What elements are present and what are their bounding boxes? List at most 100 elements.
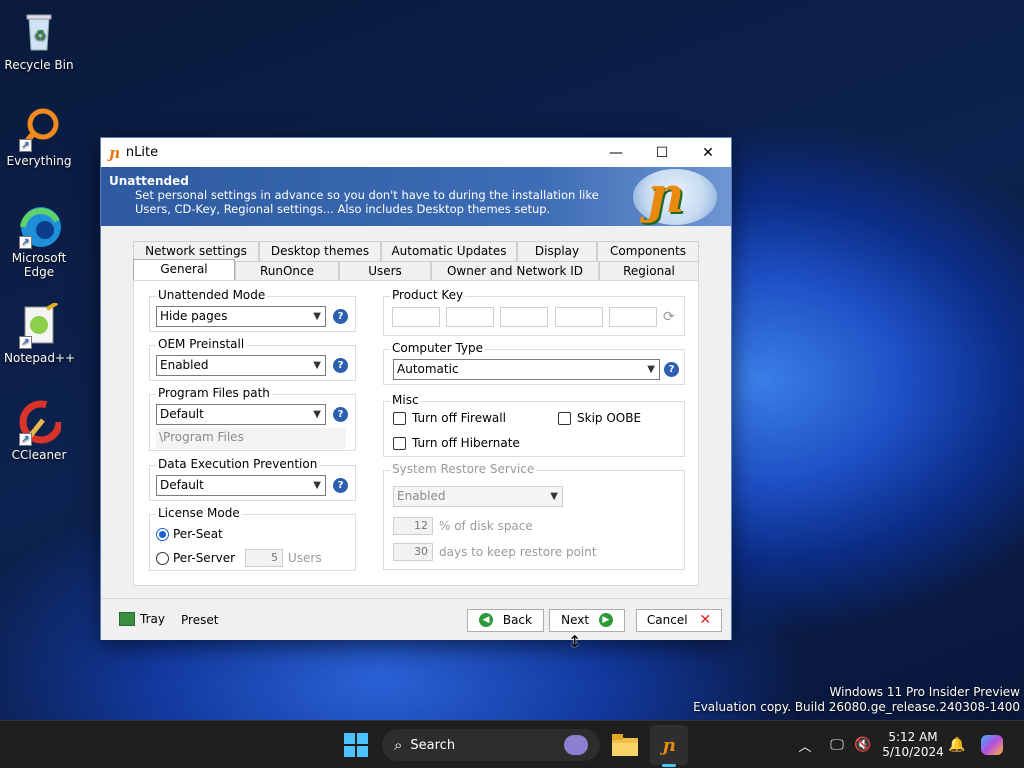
cancel-button[interactable]: Cancel ✕ xyxy=(636,609,722,632)
tray-icon xyxy=(119,612,135,626)
desktop-icon-label: Notepad++ xyxy=(4,351,76,365)
disk-space-spinner[interactable]: 12 xyxy=(393,517,433,535)
tab-automatic-updates[interactable]: Automatic Updates xyxy=(381,241,517,261)
per-seat-radio[interactable] xyxy=(156,528,169,541)
clock[interactable]: 5:12 AM 5/10/2024 xyxy=(880,725,946,765)
edge-icon: ↗ xyxy=(17,203,61,249)
copilot-button[interactable] xyxy=(978,725,1006,765)
preset-button[interactable]: Preset xyxy=(181,613,218,627)
tab-users[interactable]: Users xyxy=(339,261,431,281)
next-button[interactable]: Next ▶ xyxy=(549,609,625,632)
oem-preinstall-select[interactable]: Enabled ▼ xyxy=(156,355,326,376)
computer-type-label: Computer Type xyxy=(390,341,486,355)
desktop-icon-label: Recycle Bin xyxy=(4,58,74,72)
misc-label: Misc xyxy=(390,393,421,407)
unattended-mode-group: Unattended Mode Hide pages ▼ ? xyxy=(149,288,356,332)
product-key-field-3[interactable] xyxy=(500,307,548,327)
tab-owner-network-id[interactable]: Owner and Network ID xyxy=(431,261,599,281)
desktop-icon-label: Microsoft Edge xyxy=(11,251,67,279)
cancel-x-icon: ✕ xyxy=(699,612,712,628)
nlite-taskbar-button[interactable]: ɲ xyxy=(650,725,688,767)
help-icon[interactable]: ? xyxy=(333,358,348,373)
product-key-label: Product Key xyxy=(390,288,466,302)
users-spinner[interactable]: 5 xyxy=(245,549,283,567)
help-icon[interactable]: ? xyxy=(333,407,348,422)
taskbar-search[interactable]: ⌕ Search xyxy=(382,729,600,761)
show-hidden-icons-button[interactable]: ︿ xyxy=(794,725,816,765)
unattended-mode-label: Unattended Mode xyxy=(156,288,268,302)
turn-off-hibernate-checkbox[interactable] xyxy=(393,437,406,450)
skip-oobe-label: Skip OOBE xyxy=(577,411,642,425)
help-icon[interactable]: ? xyxy=(333,309,348,324)
nlite-taskbar-icon: ɲ xyxy=(662,734,676,756)
desktop-icon-ccleaner[interactable]: ↗ CCleaner xyxy=(4,400,74,462)
close-button[interactable]: ✕ xyxy=(685,138,731,167)
network-icon[interactable]: 🖵 xyxy=(826,725,848,765)
ccleaner-icon: ↗ xyxy=(17,400,63,446)
system-restore-select[interactable]: Enabled ▼ xyxy=(393,486,563,507)
unattended-mode-select[interactable]: Hide pages ▼ xyxy=(156,306,326,327)
misc-group: Misc Turn off Firewall Skip OOBE Turn of… xyxy=(383,393,685,457)
per-server-radio[interactable] xyxy=(156,552,169,565)
desktop-icon-recycle-bin[interactable]: ♻ Recycle Bin xyxy=(4,10,74,72)
tab-display[interactable]: Display xyxy=(517,241,597,261)
desktop-icon-edge[interactable]: ↗ Microsoft Edge xyxy=(4,203,74,279)
folder-icon xyxy=(612,734,638,756)
product-key-field-5[interactable] xyxy=(609,307,657,327)
nlite-logo: ɲ xyxy=(633,165,717,225)
nlite-window: ɲ nLite — ☐ ✕ Unattended Set personal se… xyxy=(100,137,732,640)
next-arrow-icon: ▶ xyxy=(598,612,613,627)
dep-group: Data Execution Prevention Default ▼ ? xyxy=(149,457,356,501)
minimize-button[interactable]: — xyxy=(593,138,639,167)
program-files-select[interactable]: Default ▼ xyxy=(156,404,326,425)
chevron-down-icon: ▼ xyxy=(313,311,321,322)
page-header: Unattended Set personal settings in adva… xyxy=(101,165,731,226)
taskbar: ⌕ Search ɲ ︿ 🖵 🔇 5:12 AM 5/10/2024 🔔 xyxy=(0,720,1024,768)
turn-off-firewall-checkbox[interactable] xyxy=(393,412,406,425)
window-title: nLite xyxy=(125,145,159,160)
product-key-group: Product Key ⟳ xyxy=(383,288,685,336)
dep-label: Data Execution Prevention xyxy=(156,457,320,471)
refresh-icon[interactable]: ⟳ xyxy=(663,309,675,325)
tab-network-settings[interactable]: Network settings xyxy=(133,241,259,261)
date: 5/10/2024 xyxy=(882,745,944,759)
help-icon[interactable]: ? xyxy=(664,362,679,377)
page-description: Set personal settings in advance so you … xyxy=(135,188,599,216)
chevron-up-icon: ︿ xyxy=(798,739,812,755)
volume-muted-icon[interactable]: 🔇 xyxy=(852,725,874,765)
back-button[interactable]: ◀ Back xyxy=(467,609,544,632)
maximize-button[interactable]: ☐ xyxy=(639,138,685,167)
copilot-icon xyxy=(981,735,1003,755)
product-key-field-4[interactable] xyxy=(555,307,603,327)
product-key-field-1[interactable] xyxy=(392,307,440,327)
maximize-icon: ☐ xyxy=(655,144,669,161)
resize-cursor-icon: ↕ xyxy=(568,632,582,651)
chevron-down-icon: ▼ xyxy=(313,480,321,491)
chevron-down-icon: ▼ xyxy=(313,360,321,371)
turn-off-firewall-label: Turn off Firewall xyxy=(412,411,506,425)
nlite-app-icon: ɲ xyxy=(109,143,120,162)
computer-type-group: Computer Type Automatic ▼ ? xyxy=(383,341,685,385)
tab-general[interactable]: General xyxy=(133,259,235,281)
file-explorer-button[interactable] xyxy=(608,725,642,765)
search-icon: ⌕ xyxy=(394,736,403,754)
system-restore-label: System Restore Service xyxy=(390,462,537,476)
dep-select[interactable]: Default ▼ xyxy=(156,475,326,496)
tab-runonce[interactable]: RunOnce xyxy=(235,261,339,281)
tray-button[interactable]: Tray xyxy=(119,612,165,626)
desktop-icon-notepadpp[interactable]: ↗ Notepad++ xyxy=(4,301,76,365)
help-icon[interactable]: ? xyxy=(333,478,348,493)
title-bar[interactable]: ɲ nLite — ☐ ✕ xyxy=(101,138,731,167)
start-button[interactable] xyxy=(338,725,374,765)
desktop-icon-everything[interactable]: ↗ Everything xyxy=(4,106,74,168)
tab-desktop-themes[interactable]: Desktop themes xyxy=(259,241,381,261)
tab-regional[interactable]: Regional xyxy=(599,261,699,281)
wizard-footer: Tray Preset ◀ Back Next ▶ Cancel ✕ xyxy=(101,598,731,640)
tab-components[interactable]: Components xyxy=(597,241,699,261)
product-key-field-2[interactable] xyxy=(446,307,494,327)
skip-oobe-checkbox[interactable] xyxy=(558,412,571,425)
notification-bell-icon[interactable]: 🔔 xyxy=(946,725,968,765)
everything-icon: ↗ xyxy=(17,106,61,152)
computer-type-select[interactable]: Automatic ▼ xyxy=(393,359,660,380)
restore-days-spinner[interactable]: 30 xyxy=(393,543,433,561)
